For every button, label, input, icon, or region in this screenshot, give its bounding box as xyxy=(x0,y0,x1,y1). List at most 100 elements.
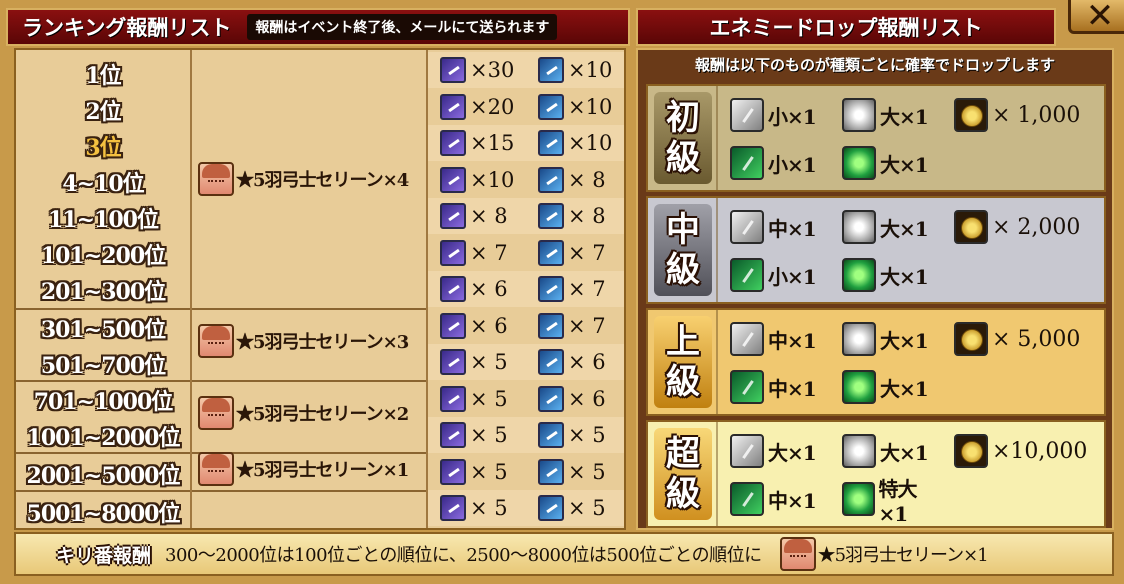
drop-qty: 中×1 xyxy=(768,488,817,513)
purple-qty: × 7 xyxy=(470,240,508,265)
items-column: ×30 ×10 ×20 ×10 ×15 ×10 ×10 × 8 × 8 × 8 × 7 × 7 × 6 ×… xyxy=(428,50,624,528)
purple-qty: × 5 xyxy=(470,386,508,411)
drop-row: 小×1 大×1 × 1,000 xyxy=(718,92,1106,138)
rank-label: 5001~8000位 xyxy=(26,501,181,527)
silver-feather-icon xyxy=(730,210,764,244)
purple-qty: × 6 xyxy=(470,313,508,338)
drop-note: 報酬は以下のものが種類ごとに確率でドロップします xyxy=(694,56,1055,74)
green-orb-icon xyxy=(842,146,876,180)
silver-orb-icon xyxy=(842,322,876,356)
purple-qty: ×10 xyxy=(470,167,515,192)
drop-item: 小×1 xyxy=(718,146,830,180)
drop-row: 中×1 大×1 xyxy=(718,364,1106,410)
drop-item: 大×1 xyxy=(830,98,942,132)
tier-label-char: 初 xyxy=(666,98,700,138)
purple-arrow-icon xyxy=(440,495,466,521)
drop-item: 特大×1 xyxy=(830,473,942,526)
rank-column: 1位 2位 3位 4~10位 11~100位 101~200位 201~300位… xyxy=(16,50,428,528)
rank-label: 201~300位 xyxy=(40,279,166,305)
drop-qty: 大×1 xyxy=(880,440,929,465)
drop-item: 中×1 xyxy=(718,370,830,404)
blue-arrow-icon xyxy=(538,93,564,120)
item-row: × 5 × 5 xyxy=(428,417,624,453)
blue-arrow-icon xyxy=(538,166,564,193)
gold-coin-icon xyxy=(954,434,988,468)
item-row: × 5 × 5 xyxy=(428,454,624,490)
reward-entry: ★5羽弓士セリーン×1 xyxy=(198,452,409,486)
drop-qty: 大×1 xyxy=(880,104,929,129)
purple-arrow-icon xyxy=(440,93,466,120)
item-row: ×15 ×10 xyxy=(428,125,624,161)
drop-qty: 大×1 xyxy=(768,440,817,465)
reward-entry: ★5羽弓士セリーン×4 xyxy=(198,162,409,196)
tier-label-char: 超 xyxy=(666,434,700,474)
ranking-header: ランキング報酬リスト 報酬はイベント終了後、メールにて送られます xyxy=(6,8,630,46)
silver-feather-icon xyxy=(730,322,764,356)
drop-item: × 1,000 xyxy=(942,98,1106,132)
gold-coin-icon xyxy=(954,210,988,244)
purple-arrow-icon xyxy=(440,203,466,229)
drop-item: × 2,000 xyxy=(942,210,1106,244)
green-feather-icon xyxy=(730,370,764,404)
green-orb-icon xyxy=(842,370,876,404)
purple-qty: ×20 xyxy=(470,94,515,119)
tier-drops: 大×1 大×1 ×10,000 中×1 特大×1 xyxy=(716,422,1104,526)
drop-item: 大×1 xyxy=(718,434,830,468)
item-row: ×30 ×10 xyxy=(428,52,624,88)
blue-arrow-icon xyxy=(538,276,564,302)
drop-qty: 小×1 xyxy=(768,104,817,129)
gold-coin-icon xyxy=(954,322,988,356)
purple-arrow-icon xyxy=(440,57,466,83)
rank-label: 101~200位 xyxy=(40,243,166,269)
reward-label: ★5羽弓士セリーン×4 xyxy=(236,170,409,191)
milestone-text: 300～2000位は100位ごとの順位に、2500～8000位は500位ごとの順… xyxy=(165,545,762,566)
seline-portrait-icon xyxy=(198,396,234,430)
tier-label-char: 上 xyxy=(666,322,700,362)
tier-label: 上級 xyxy=(654,316,712,408)
tier-label: 中級 xyxy=(654,204,712,296)
drop-item: 小×1 xyxy=(718,98,830,132)
close-icon: ✕ xyxy=(1085,0,1115,36)
blue-arrow-icon xyxy=(538,458,564,485)
item-row: × 5 × 6 xyxy=(428,381,624,417)
drop-item: 中×1 xyxy=(718,210,830,244)
tier-label: 初級 xyxy=(654,92,712,184)
drop-qty: 中×1 xyxy=(768,328,817,353)
rank-label: 1001~2000位 xyxy=(26,425,181,451)
blue-qty: × 5 xyxy=(568,423,606,447)
blue-qty: ×10 xyxy=(568,131,613,155)
tier-label-char: 級 xyxy=(666,362,700,402)
drop-qty: 大×1 xyxy=(880,216,929,241)
drop-qty: 大×1 xyxy=(880,264,929,289)
reward-label: ★5羽弓士セリーン×2 xyxy=(236,404,409,425)
drop-tier: 上級中×1 大×1 × 5,000 中×1 大×1 xyxy=(646,308,1106,416)
drop-row: 小×1 大×1 xyxy=(718,252,1106,298)
drop-header: エネミードロップ報酬リスト xyxy=(636,8,1056,46)
drop-qty: 特大×1 xyxy=(878,476,918,526)
rank-label: 501~700位 xyxy=(40,353,166,379)
tier-label-char: 級 xyxy=(666,138,700,178)
purple-arrow-icon xyxy=(440,239,466,266)
reward-entry: ★5羽弓士セリーン×3 xyxy=(198,324,409,358)
rank-label: 701~1000位 xyxy=(33,389,174,415)
silver-feather-icon xyxy=(730,434,764,468)
drop-row: 中×1 特大×1 xyxy=(718,476,1106,526)
drop-item: 大×1 xyxy=(830,434,942,468)
drop-tier: 超級 大×1 大×1 ×10,000 中×1 特大×1 xyxy=(646,420,1106,528)
blue-qty: × 7 xyxy=(568,277,606,301)
item-row: × 8 × 8 xyxy=(428,198,624,234)
purple-arrow-icon xyxy=(440,276,466,302)
drop-item: 中×1 xyxy=(718,482,830,516)
green-feather-icon xyxy=(730,146,764,180)
item-row: ×10 × 8 xyxy=(428,162,624,198)
drop-row: 小×1 大×1 xyxy=(718,140,1106,186)
item-row: × 5 × 6 xyxy=(428,344,624,380)
close-button[interactable]: ✕ xyxy=(1068,0,1124,34)
purple-qty: × 6 xyxy=(470,277,508,301)
item-row: × 7 × 7 xyxy=(428,235,624,271)
drop-qty: 中×1 xyxy=(768,376,817,401)
drop-item: × 5,000 xyxy=(942,322,1106,356)
purple-qty: ×30 xyxy=(470,58,515,82)
drop-tier: 初級小×1 大×1 × 1,000 小×1 大×1 xyxy=(646,84,1106,192)
blue-arrow-icon xyxy=(538,349,564,375)
